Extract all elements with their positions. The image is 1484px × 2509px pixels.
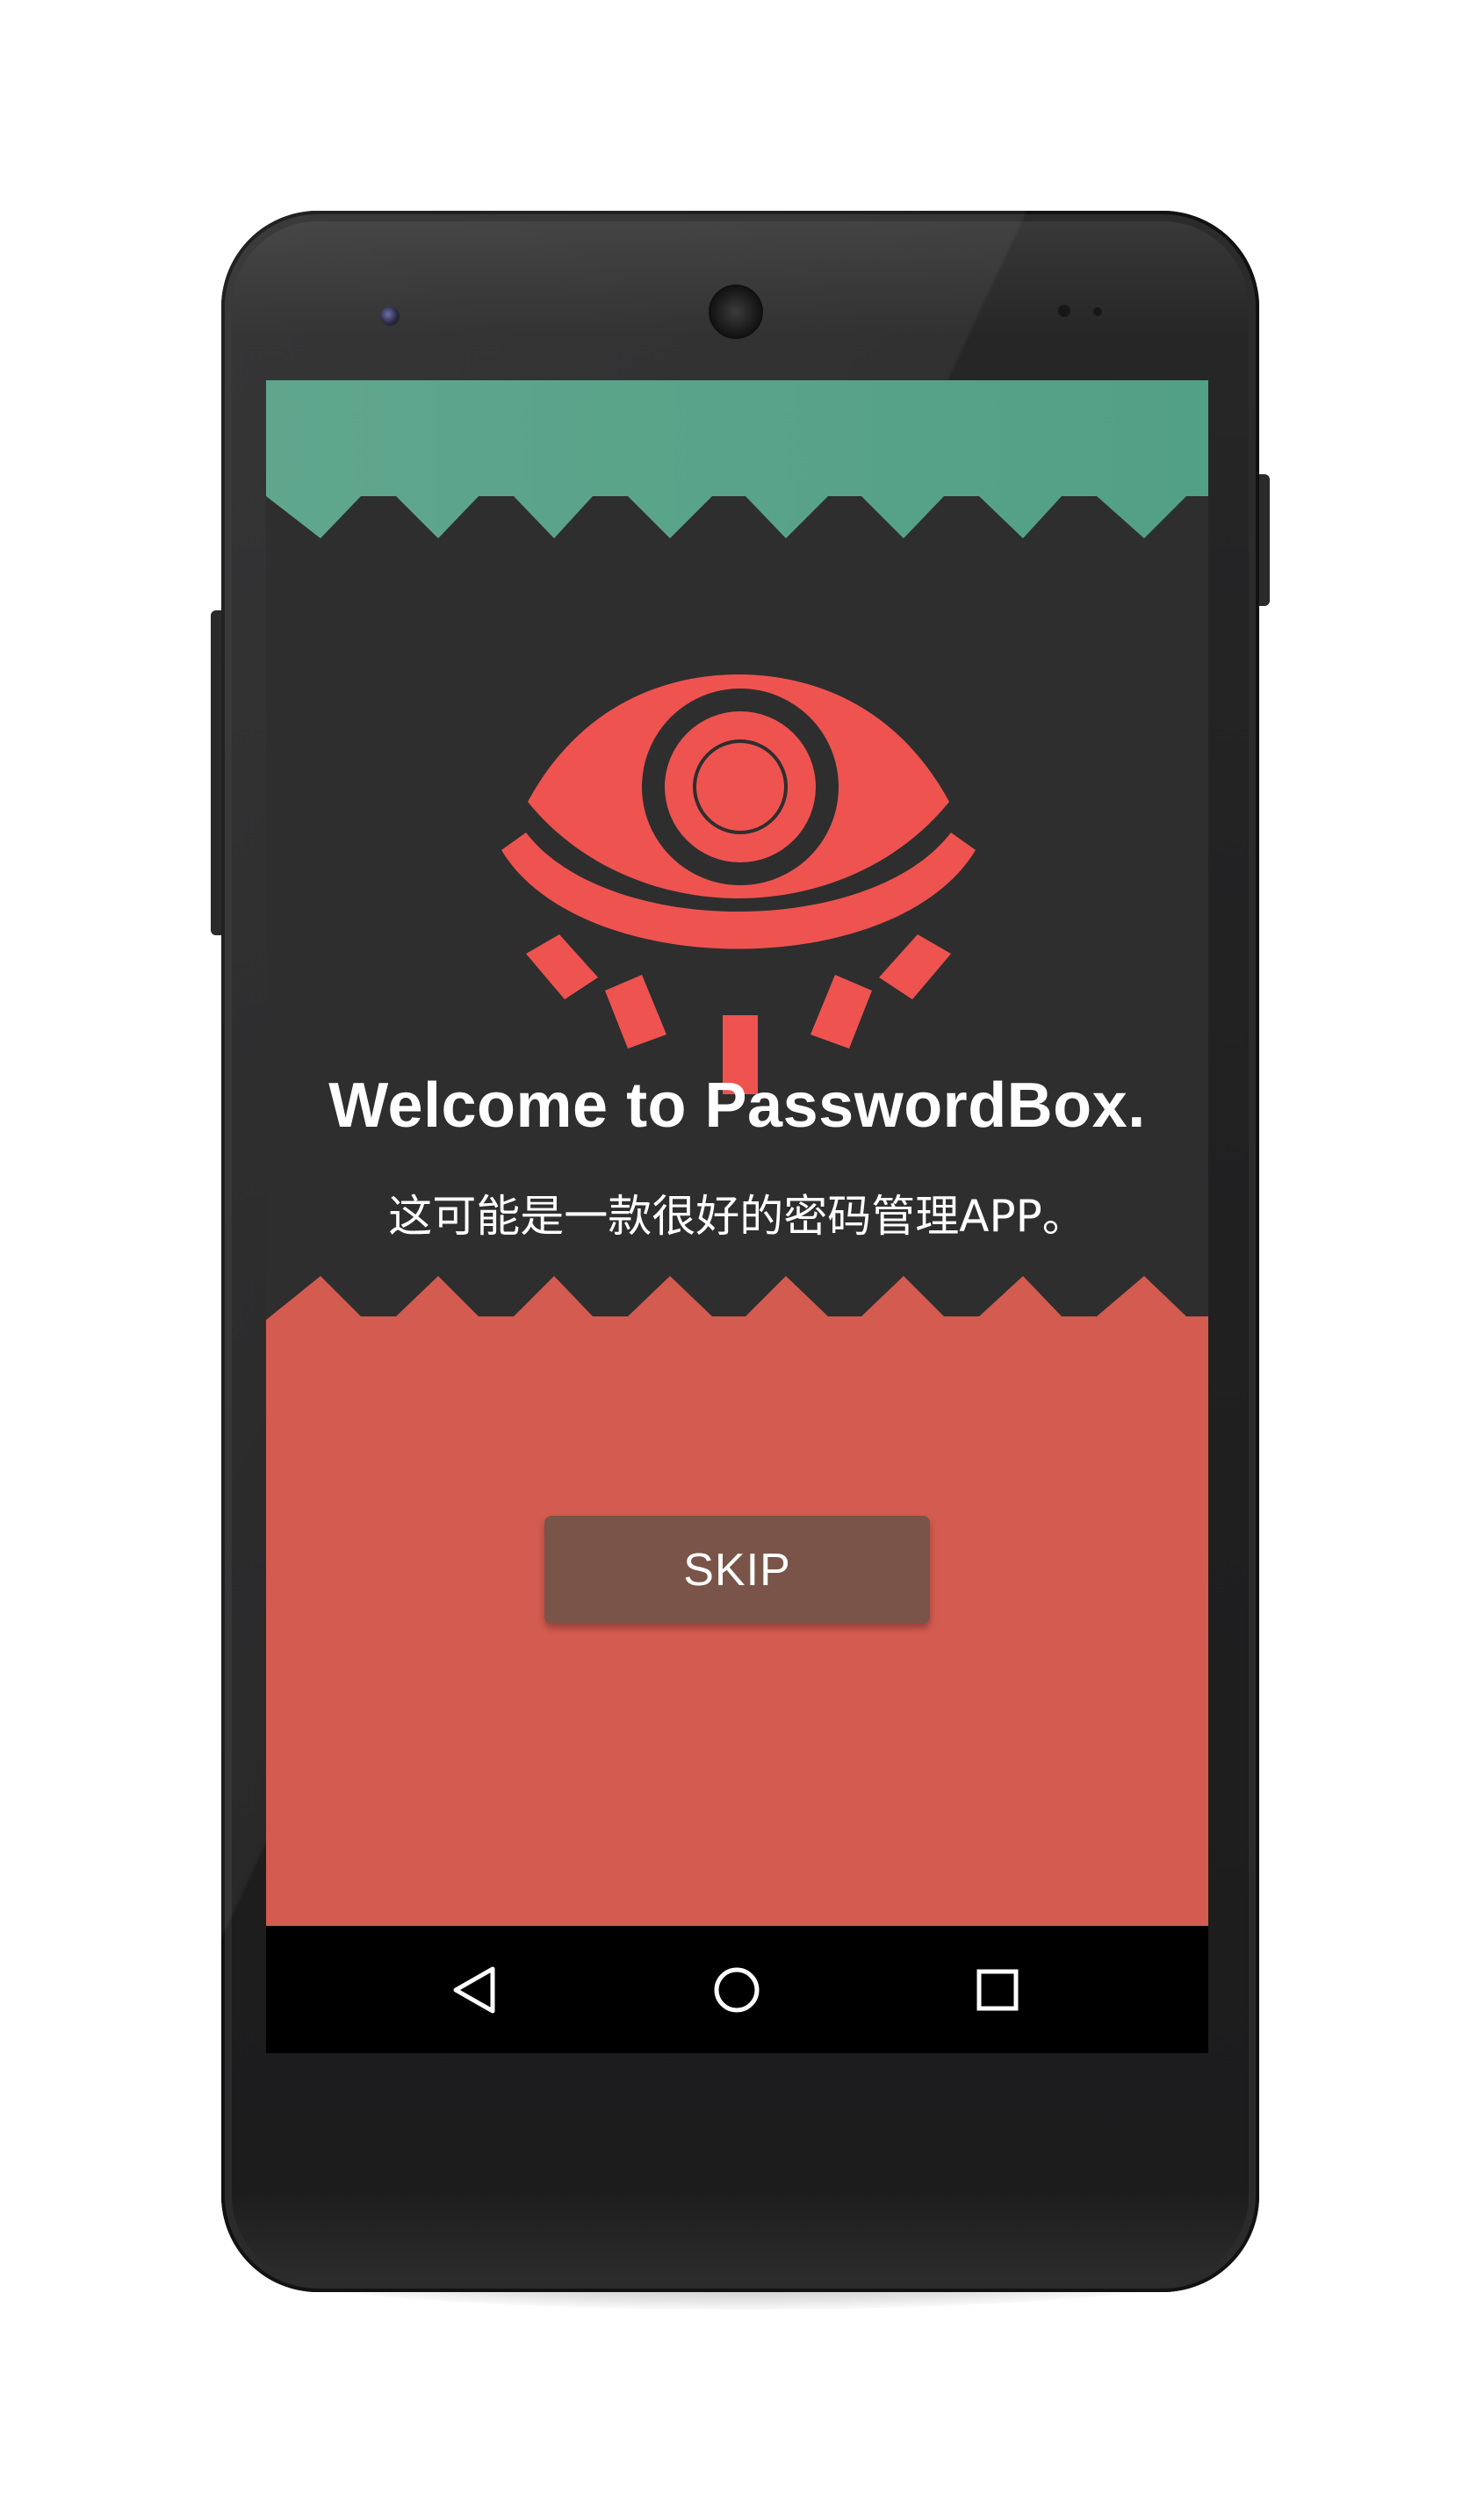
recents-square-icon: [976, 1969, 1019, 2011]
back-button[interactable]: [433, 1948, 517, 2032]
top-zigzag-band: [266, 380, 1208, 538]
recents-button[interactable]: [955, 1948, 1040, 2032]
home-button[interactable]: [695, 1948, 779, 2032]
skip-button[interactable]: SKIP: [544, 1516, 930, 1624]
front-camera: [380, 306, 400, 326]
light-sensor: [1093, 307, 1102, 316]
welcome-title: Welcome to PasswordBox.: [328, 1071, 1146, 1141]
navigation-bar: [266, 1926, 1208, 2053]
earpiece-speaker: [711, 287, 760, 336]
back-triangle-icon: [453, 1966, 495, 2014]
proximity-sensor: [1058, 305, 1070, 317]
eye-icon: [501, 674, 976, 1094]
app-screen: Welcome to PasswordBox. 这可能是一款很好的密码管理APP…: [266, 380, 1208, 2053]
welcome-subtitle: 这可能是一款很好的密码管理APP。: [388, 1191, 1086, 1242]
home-circle-icon: [714, 1967, 760, 2013]
power-button: [1257, 474, 1270, 606]
